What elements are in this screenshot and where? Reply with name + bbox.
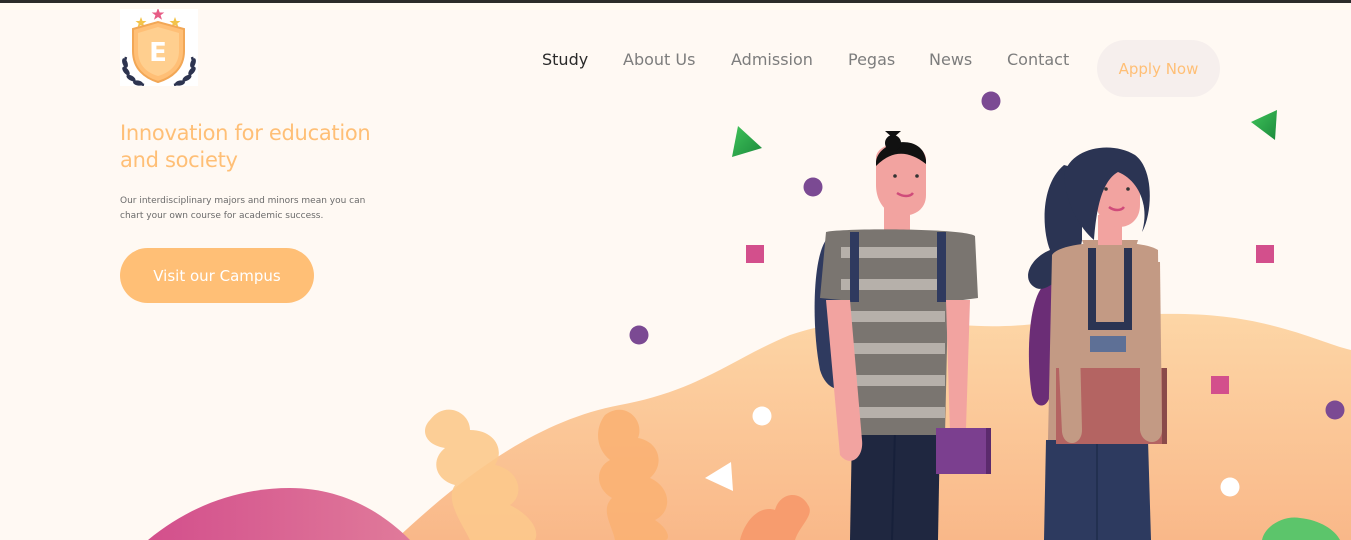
pink-square bbox=[1256, 245, 1274, 263]
hero-illustration bbox=[148, 91, 1351, 540]
pink-square bbox=[1211, 376, 1229, 394]
purple-dot bbox=[803, 177, 823, 197]
pink-square bbox=[746, 245, 764, 263]
green-triangle bbox=[732, 126, 762, 157]
white-dot bbox=[752, 406, 772, 426]
pink-hill bbox=[148, 488, 410, 540]
girl-student-figure bbox=[1028, 147, 1167, 540]
purple-dot bbox=[1325, 400, 1345, 420]
purple-dot bbox=[981, 91, 1001, 111]
purple-dot bbox=[629, 325, 649, 345]
green-triangle bbox=[1251, 110, 1277, 140]
white-dot bbox=[1220, 477, 1240, 497]
